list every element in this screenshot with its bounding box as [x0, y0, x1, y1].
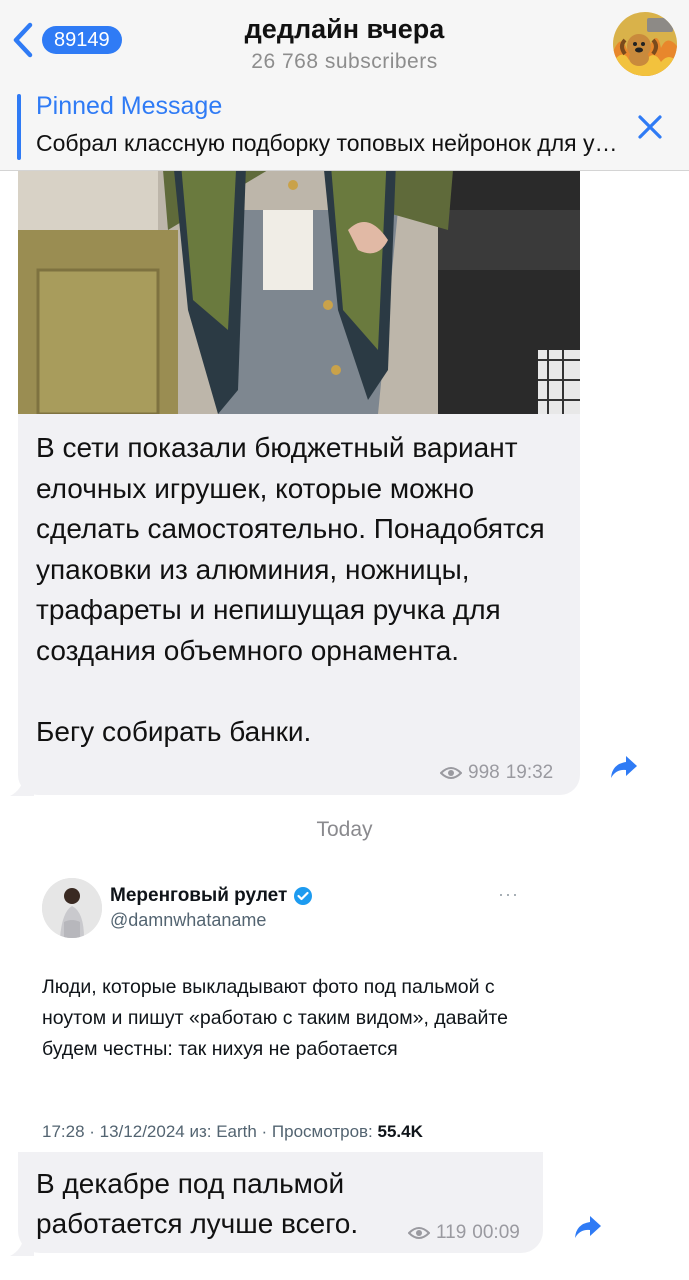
message-meta: 119 00:09 — [408, 1222, 520, 1244]
tweet-meta: 17:28 · 13/12/2024 из: Earth · Просмотро… — [42, 1122, 423, 1142]
channel-title[interactable]: дедлайн вчера — [0, 14, 689, 45]
view-count: 119 — [436, 1222, 467, 1243]
message-time: 19:32 — [505, 762, 554, 783]
tweet-handle: @damnwhataname — [110, 910, 267, 930]
forward-icon[interactable] — [574, 1214, 602, 1240]
eye-icon — [440, 767, 462, 779]
subscriber-count: 26 768 subscribers — [251, 50, 438, 73]
message-time: 00:09 — [472, 1222, 520, 1243]
close-icon[interactable] — [637, 114, 663, 140]
tweet-author: Меренговый рулет — [110, 885, 313, 907]
view-count: 998 — [468, 762, 500, 783]
bubble-tail — [10, 776, 34, 796]
tweet-screenshot[interactable]: Меренговый рулет @damnwhataname ··· Люди… — [0, 860, 689, 1160]
pinned-indicator — [17, 94, 21, 160]
message-text: В сети показали бюджетный вариант елочны… — [36, 432, 545, 747]
more-options-icon: ··· — [498, 884, 519, 904]
user-photo-icon — [42, 878, 102, 938]
message-text: В декабре под пальмой работается лучше в… — [36, 1168, 359, 1239]
bubble-tail — [10, 1236, 34, 1256]
message-bubble[interactable]: В декабре под пальмой работается лучше в… — [18, 1152, 543, 1253]
tweet-avatar — [42, 878, 102, 938]
tweet-views: 55.4K — [377, 1122, 423, 1141]
message-meta: 998 19:32 — [440, 762, 553, 784]
tweet-author-name: Меренговый рулет — [110, 885, 288, 906]
eye-icon — [408, 1227, 430, 1239]
verified-badge-icon — [294, 887, 313, 905]
message-bubble[interactable]: В сети показали бюджетный вариант елочны… — [18, 110, 580, 795]
pinned-message-bar[interactable]: Pinned Message Собрал классную подборку … — [0, 84, 689, 171]
chat-header: 89149 дедлайн вчера 26 768 subscribers — [0, 0, 689, 85]
forward-icon[interactable] — [610, 754, 638, 780]
date-separator: Today — [316, 818, 373, 841]
tweet-body: Люди, которые выкладывают фото под пальм… — [42, 976, 508, 1060]
pinned-text: Собрал классную подборку топовых нейроно… — [36, 130, 626, 156]
dog-fire-icon — [613, 12, 677, 76]
channel-avatar[interactable] — [613, 12, 677, 76]
tweet-meta-text: 17:28 · 13/12/2024 из: Earth · Просмотро… — [42, 1122, 378, 1141]
pinned-label: Pinned Message — [36, 92, 223, 120]
